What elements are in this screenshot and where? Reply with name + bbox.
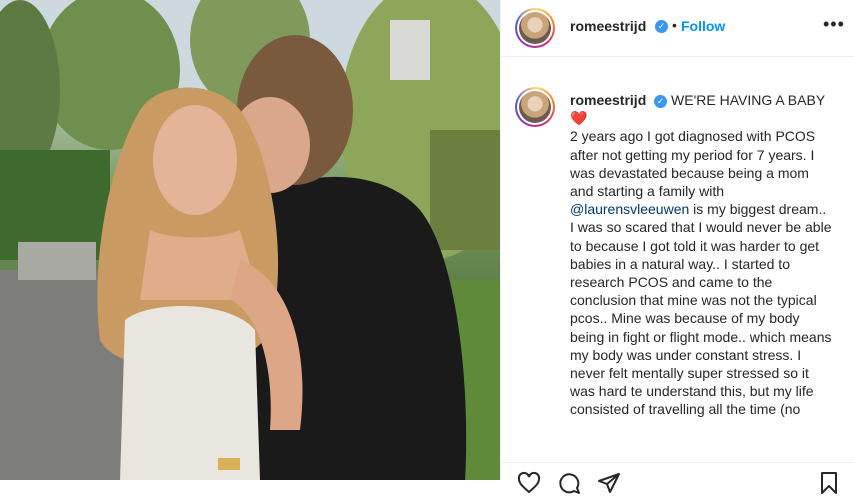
caption: romeestrijd ✓ WE'RE HAVING A BABY ❤️ 2 y… bbox=[570, 91, 832, 419]
heart-icon[interactable] bbox=[517, 471, 541, 500]
header-username[interactable]: romeestrijd bbox=[570, 18, 646, 34]
avatar-image bbox=[519, 12, 551, 44]
follow-button[interactable]: Follow bbox=[681, 18, 725, 34]
caption-area: romeestrijd ✓ WE'RE HAVING A BABY ❤️ 2 y… bbox=[501, 57, 854, 457]
separator-dot: • bbox=[672, 17, 677, 33]
photo-illustration bbox=[0, 0, 500, 480]
bookmark-icon[interactable] bbox=[817, 471, 841, 500]
comment-icon[interactable] bbox=[557, 471, 581, 500]
more-options-icon[interactable]: ••• bbox=[823, 14, 845, 35]
caption-headline: WE'RE HAVING A BABY bbox=[671, 92, 826, 108]
post-photo[interactable] bbox=[0, 0, 500, 480]
red-heart-emoji-icon: ❤️ bbox=[570, 110, 588, 127]
caption-username[interactable]: romeestrijd bbox=[570, 92, 646, 108]
caption-text-before-mention: 2 years ago I got diagnosed with PCOS af… bbox=[570, 128, 816, 200]
caption-text-after-mention: is my biggest dream.. I was so scared th… bbox=[570, 201, 832, 418]
caption-verified-badge-icon: ✓ bbox=[654, 94, 668, 108]
avatar[interactable] bbox=[515, 8, 555, 48]
share-icon[interactable] bbox=[597, 471, 621, 500]
caption-mention-link[interactable]: @laurensvleeuwen bbox=[570, 201, 689, 217]
post-panel: romeestrijd ✓ • Follow ••• romeestrijd ✓… bbox=[500, 0, 854, 494]
caption-avatar-image bbox=[519, 91, 551, 123]
caption-avatar[interactable] bbox=[515, 87, 555, 127]
post-header: romeestrijd ✓ • Follow ••• bbox=[501, 0, 854, 57]
action-bar bbox=[501, 462, 854, 494]
verified-badge-icon: ✓ bbox=[655, 20, 668, 33]
